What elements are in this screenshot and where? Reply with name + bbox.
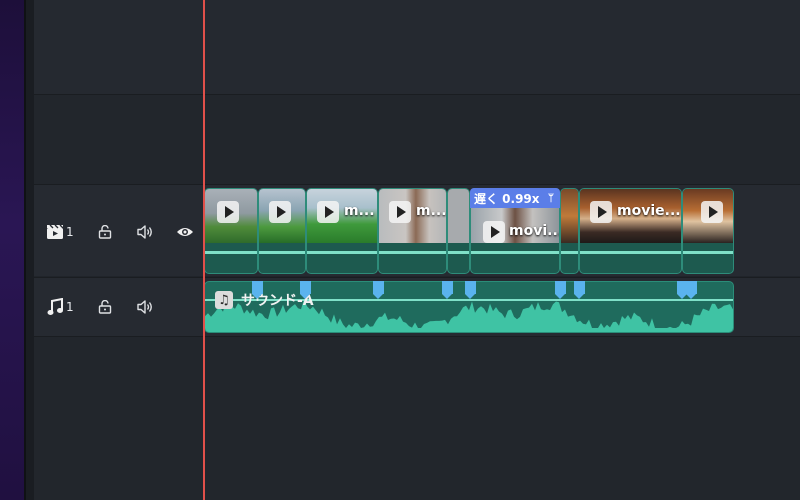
- beat-marker[interactable]: [574, 281, 585, 299]
- video-clip[interactable]: [447, 188, 470, 274]
- video-clip[interactable]: [204, 188, 258, 274]
- video-track-icon: [46, 223, 64, 241]
- video-track-number: 1: [66, 225, 74, 239]
- audio-track-number: 1: [66, 300, 74, 314]
- clip-audio-line: [683, 251, 733, 254]
- play-icon: [483, 221, 505, 243]
- speed-icon: ᛘ: [548, 192, 554, 204]
- speed-badge[interactable]: 遅く 0.99x ᛘ: [470, 188, 560, 208]
- clip-name: movi...: [509, 223, 560, 239]
- clip-audio-line: [307, 251, 377, 254]
- clip-thumbnail: [561, 189, 578, 243]
- play-icon: [217, 201, 239, 223]
- video-clip[interactable]: [560, 188, 579, 274]
- play-icon: [317, 201, 339, 223]
- video-track-header: 1: [46, 220, 194, 244]
- beat-marker[interactable]: [442, 281, 453, 299]
- clip-thumbnail: [448, 189, 469, 243]
- playhead[interactable]: [203, 0, 205, 500]
- eye-icon[interactable]: [176, 223, 194, 241]
- beat-marker[interactable]: [555, 281, 566, 299]
- speaker-icon[interactable]: [136, 298, 154, 316]
- lock-icon[interactable]: [96, 223, 114, 241]
- clip-name: m...: [416, 203, 447, 219]
- music-note-icon: [46, 298, 64, 316]
- audio-track-header: 1: [46, 295, 176, 319]
- beat-marker[interactable]: [686, 281, 697, 299]
- clip-name: m...: [344, 203, 375, 219]
- clip-audio-line: [580, 251, 681, 254]
- video-clip[interactable]: [258, 188, 306, 274]
- play-icon: [389, 201, 411, 223]
- video-clip[interactable]: m...: [306, 188, 378, 274]
- play-icon: [269, 201, 291, 223]
- beat-marker[interactable]: [465, 281, 476, 299]
- video-clip[interactable]: m...: [378, 188, 447, 274]
- beat-marker[interactable]: [373, 281, 384, 299]
- music-note-icon: ♫: [215, 291, 233, 309]
- clip-audio-line: [205, 251, 257, 254]
- beat-marker[interactable]: [300, 281, 311, 299]
- speed-label: 遅く 0.99x: [474, 191, 540, 206]
- track-header-column: [34, 0, 205, 500]
- timeline-edge: [26, 0, 34, 500]
- lock-icon[interactable]: [96, 298, 114, 316]
- video-clip[interactable]: movie...: [579, 188, 682, 274]
- clip-audio-line: [561, 251, 578, 254]
- clip-audio-line: [448, 251, 469, 254]
- clip-audio-line: [471, 251, 559, 254]
- clip-name: movie...: [617, 203, 681, 219]
- audio-clip-title: ♫ サウンド-A: [215, 290, 314, 310]
- clip-audio-line: [379, 251, 446, 254]
- play-icon: [590, 201, 612, 223]
- speaker-icon[interactable]: [136, 223, 154, 241]
- play-icon: [701, 201, 723, 223]
- clip-audio-line: [259, 251, 305, 254]
- video-clip[interactable]: [682, 188, 734, 274]
- left-sidebar-strip: [0, 0, 24, 500]
- beat-marker[interactable]: [252, 281, 263, 299]
